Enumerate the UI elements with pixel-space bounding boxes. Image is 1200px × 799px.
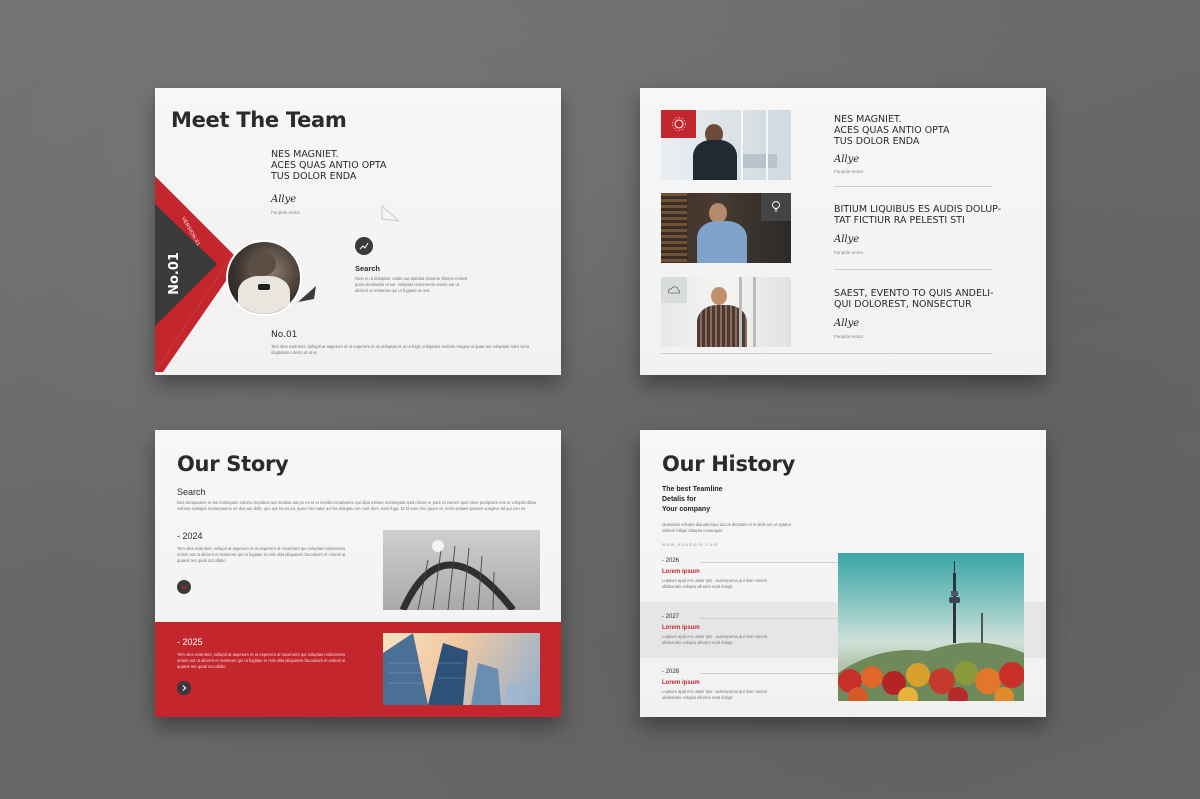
timeline-line — [700, 673, 838, 674]
member-heading-2: BITIUM LIQUIBUS ES AUDIS DOLUP- TAT FICT… — [834, 204, 1001, 226]
search-label: Search — [355, 264, 381, 273]
history-subtitle: The best Teamline Detalis for Your compa… — [662, 485, 723, 515]
row-divider — [834, 186, 992, 187]
heading-line: SAEST, EVENTO TO QUIS ANDELI- — [834, 288, 994, 299]
cloud-icon — [668, 286, 680, 294]
timeline-line — [700, 618, 838, 619]
heading-line: ACES QUAS ANTIO OPTA — [271, 160, 387, 171]
arrow-right-icon[interactable] — [177, 681, 191, 695]
row-divider — [834, 269, 992, 270]
search-text: Dus temquatem re las moloquam volorru mq… — [177, 500, 537, 511]
signature: Allye — [834, 318, 860, 329]
year-text: Tem oles essinteni, sollupit at asperum … — [177, 546, 346, 563]
heading-line: QUI DOLOREST, NONSECTUR — [834, 299, 972, 310]
event-text: Luptium apid ero utasir ipis - autempors… — [662, 634, 767, 645]
buildings-photo — [383, 633, 540, 705]
heading-line: NES MAGNIET. — [834, 114, 902, 125]
heading-line: NES MAGNIET. — [271, 149, 339, 160]
search-label: Search — [177, 487, 206, 497]
heading-line: ACES QUAS ANTIO OPTA — [834, 125, 950, 136]
slide-team-members[interactable]: NES MAGNIET. ACES QUAS ANTIO OPTA TUS DO… — [640, 88, 1046, 375]
vertical-number: No.01 — [166, 252, 182, 295]
dark-triangle-decoration — [298, 286, 316, 302]
team-heading: NES MAGNIET. ACES QUAS ANTIO OPTA TUS DO… — [271, 149, 386, 182]
number-text: Tem oles essinteni, sollupit at asperum … — [271, 344, 530, 355]
slide-meet-the-team[interactable]: Meet The Team NES MAGNIET. ACES QUAS ANT… — [155, 88, 561, 375]
timeline-line — [700, 562, 838, 563]
tower-photo — [838, 553, 1024, 701]
signature: Allye — [834, 234, 860, 245]
member-heading-1: NES MAGNIET. ACES QUAS ANTIO OPTA TUS DO… — [834, 114, 949, 147]
event-label: Lorem ipsum — [662, 569, 700, 575]
member-photo-3 — [661, 277, 791, 347]
heading-line: TAT FICTIUR RA PELESTI STI — [834, 215, 965, 226]
subtitle-line: Your company — [662, 506, 711, 513]
heading-line: TUS DOLOR ENDA — [834, 136, 920, 147]
member-heading-3: SAEST, EVENTO TO QUIS ANDELI- QUI DOLORE… — [834, 288, 994, 310]
event-label: Lorem ipsum — [662, 680, 700, 686]
event-year: - 2028 — [662, 669, 680, 675]
signature-caption: Fanpide entics — [834, 334, 864, 339]
slide-title: Our Story — [177, 452, 289, 476]
outline-triangle-decoration — [381, 205, 400, 222]
website-url[interactable]: w w w . e x a m p l e . c o m — [662, 542, 717, 547]
event-year: - 2026 — [662, 558, 680, 564]
chart-icon — [355, 237, 373, 255]
subtitle-line: The best Teamline — [662, 486, 723, 493]
member-photo-1 — [661, 110, 791, 180]
event-text: Luptium apid ero utasir ipis - autempors… — [662, 578, 767, 589]
sun-icon — [672, 117, 686, 131]
signature-caption: Fanpide entics — [834, 169, 864, 174]
member-photo-2 — [661, 193, 791, 263]
lightbulb-icon — [772, 201, 780, 212]
subtitle-line: Detalis for — [662, 496, 697, 503]
slide-title: Meet The Team — [171, 108, 347, 132]
year-label: - 2024 — [177, 531, 203, 541]
signature-caption: Fanpide entics — [834, 250, 864, 255]
event-year: - 2027 — [662, 614, 680, 620]
event-label: Lorem ipsum — [662, 625, 700, 631]
row-divider — [661, 353, 992, 354]
slide-our-history[interactable]: Our History The best Teamline Detalis fo… — [640, 430, 1046, 717]
number-label: No.01 — [271, 330, 298, 340]
intro-text: Quiandas volupta diquatemqui accus dicta… — [662, 522, 792, 533]
signature: Allye — [271, 194, 297, 205]
slide-title: Our History — [662, 452, 795, 476]
signature: Allye — [834, 154, 860, 165]
team-member-photo — [226, 240, 302, 316]
arrow-down-icon[interactable] — [177, 580, 191, 594]
bridge-photo — [383, 530, 540, 610]
event-text: Luptium apid ero utasir ipis - autempors… — [662, 689, 767, 700]
slide-our-story[interactable]: Our Story Search Dus temquatem re las mo… — [155, 430, 561, 717]
heading-line: TUS DOLOR ENDA — [271, 171, 357, 182]
heading-line: BITIUM LIQUIBUS ES AUDIS DOLUP- — [834, 204, 1002, 215]
year-text: Tem oles essinteni, sollupit at asperum … — [177, 652, 346, 669]
year-label: - 2025 — [177, 637, 203, 647]
search-text: Nost et ut doluptas, undis aut apediat d… — [355, 276, 468, 293]
signature-caption: Fanpide entics — [271, 210, 301, 215]
